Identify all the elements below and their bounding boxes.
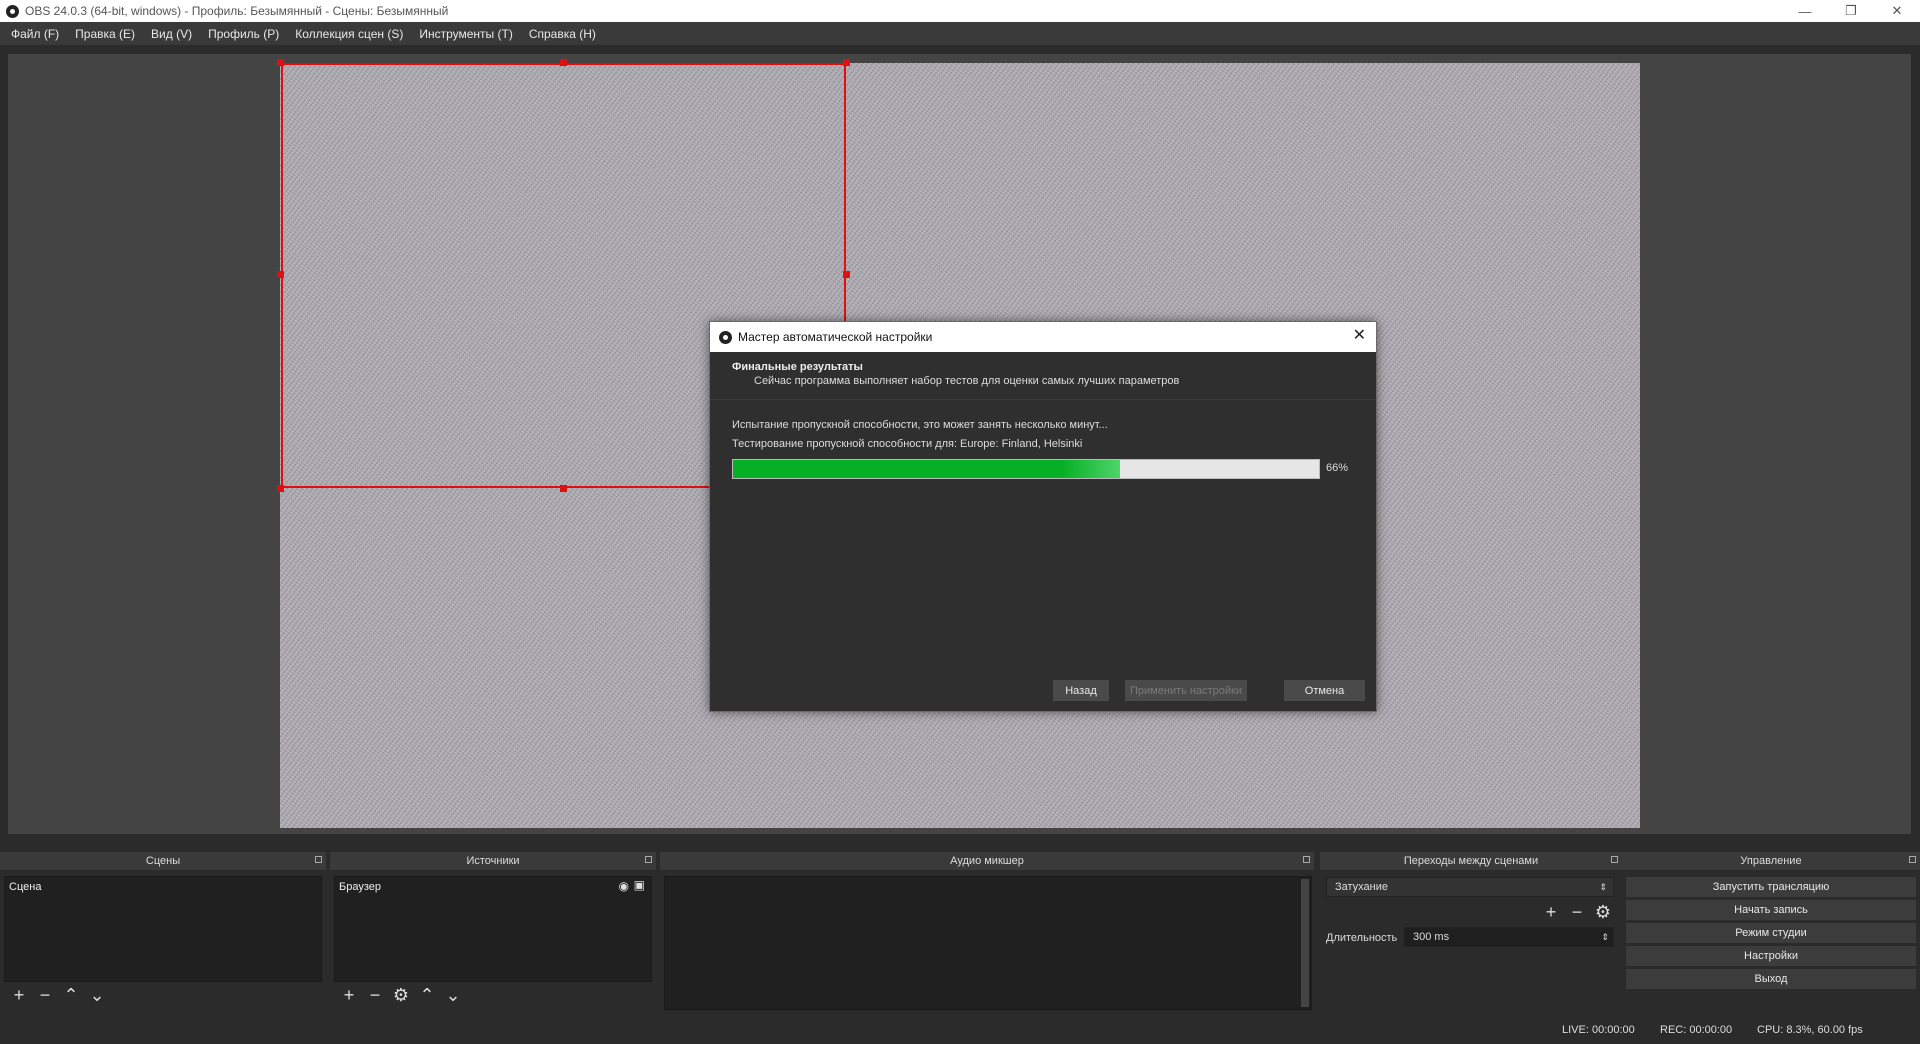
duration-label: Длительность [1326, 932, 1398, 944]
mixer-title-label: Аудио микшер [950, 855, 1024, 867]
rec-timer: REC: 00:00:00 [1660, 1024, 1733, 1036]
sources-dock: Источники Браузер ◉ ▣ + − ⚙ ⌃ ⌄ [330, 852, 656, 1012]
undock-icon[interactable] [1303, 856, 1310, 863]
scenes-dock-title: Сцены [0, 852, 326, 870]
resize-handle[interactable] [843, 271, 850, 278]
start-streaming-button[interactable]: Запустить трансляцию [1626, 877, 1916, 897]
move-up-icon[interactable]: ⌃ [58, 986, 84, 1004]
close-icon[interactable]: ✕ [1353, 328, 1366, 344]
move-up-icon[interactable]: ⌃ [414, 986, 440, 1004]
cancel-button[interactable]: Отмена [1284, 680, 1365, 701]
studio-mode-button[interactable]: Режим студии [1626, 923, 1916, 943]
close-icon[interactable]: ✕ [1874, 0, 1920, 22]
add-icon[interactable]: + [1538, 903, 1564, 921]
test-status-text: Испытание пропускной способности, это мо… [732, 419, 1108, 431]
transitions-dock-title: Переходы между сценами [1320, 852, 1622, 870]
list-item[interactable]: Браузер [339, 881, 381, 893]
live-timer: LIVE: 00:00:00 [1562, 1024, 1635, 1036]
obs-logo-icon [719, 330, 732, 344]
undock-icon[interactable] [1611, 856, 1618, 863]
progress-percent: 66% [1326, 462, 1349, 474]
gear-icon[interactable]: ⚙ [388, 986, 414, 1004]
exit-button[interactable]: Выход [1626, 969, 1916, 989]
undock-icon[interactable] [1909, 856, 1916, 863]
remove-icon[interactable]: − [32, 986, 58, 1004]
apply-settings-button[interactable]: Применить настройки [1125, 680, 1247, 701]
sources-title-label: Источники [466, 855, 520, 867]
move-down-icon[interactable]: ⌄ [440, 986, 466, 1004]
move-down-icon[interactable]: ⌄ [84, 986, 110, 1004]
menu-edit[interactable]: Правка (E) [67, 27, 143, 41]
duration-value: 300 ms [1413, 931, 1450, 943]
resize-handle[interactable] [843, 59, 850, 66]
settings-button[interactable]: Настройки [1626, 946, 1916, 966]
duration-input[interactable]: 300 ms ⇕ [1404, 927, 1614, 947]
back-button[interactable]: Назад [1053, 680, 1109, 701]
scenes-list[interactable]: Сцена [4, 876, 322, 982]
lock-icon[interactable]: ▣ [634, 878, 645, 892]
minimize-icon[interactable]: — [1782, 0, 1828, 22]
scenes-toolbar: + − ⌃ ⌄ [6, 986, 110, 1004]
cpu-fps-readout: CPU: 8.3%, 60.00 fps [1757, 1024, 1863, 1036]
status-bar: LIVE: 00:00:00 REC: 00:00:00 CPU: 8.3%, … [0, 1020, 1920, 1044]
gear-icon[interactable]: ⚙ [1590, 903, 1616, 921]
sources-dock-title: Источники [330, 852, 656, 870]
undock-icon[interactable] [315, 856, 322, 863]
sources-toolbar: + − ⚙ ⌃ ⌄ [336, 986, 466, 1004]
mixer-dock-title: Аудио микшер [660, 852, 1314, 870]
dialog-title: Мастер автоматической настройки [738, 330, 933, 344]
select-arrows-icon: ⇕ [1599, 881, 1607, 892]
controls-dock-title: Управление [1622, 852, 1920, 870]
window-titlebar: OBS 24.0.3 (64-bit, windows) - Профиль: … [0, 0, 1920, 22]
add-icon[interactable]: + [336, 986, 362, 1004]
progress-bar [732, 459, 1320, 479]
menu-view[interactable]: Вид (V) [143, 27, 200, 41]
menu-profile[interactable]: Профиль (P) [200, 27, 287, 41]
menu-file[interactable]: Файл (F) [3, 27, 67, 41]
start-recording-button[interactable]: Начать запись [1626, 900, 1916, 920]
progress-fill [733, 460, 1120, 478]
audio-mixer-dock: Аудио микшер [660, 852, 1314, 1012]
menu-tools[interactable]: Инструменты (T) [411, 27, 520, 41]
test-server-text: Тестирование пропускной способности для:… [732, 438, 1083, 450]
remove-icon[interactable]: − [362, 986, 388, 1004]
dialog-divider [710, 399, 1376, 400]
list-item[interactable]: Сцена [9, 881, 41, 893]
auto-config-dialog: Мастер автоматической настройки ✕ Финаль… [709, 321, 1377, 712]
transition-selected-value: Затухание [1335, 881, 1389, 893]
scenes-dock: Сцены Сцена + − ⌃ ⌄ [0, 852, 326, 1012]
scenes-title-label: Сцены [145, 855, 181, 867]
mixer-scrollbar[interactable] [1301, 879, 1309, 1007]
remove-icon[interactable]: − [1564, 903, 1590, 921]
transitions-dock: Переходы между сценами Затухание ⇕ + − ⚙… [1320, 852, 1622, 1012]
spin-arrows-icon[interactable]: ⇕ [1601, 932, 1609, 943]
dialog-heading: Финальные результаты [732, 361, 863, 373]
add-icon[interactable]: + [6, 986, 32, 1004]
resize-handle[interactable] [560, 485, 567, 492]
resize-handle[interactable] [277, 271, 284, 278]
obs-logo-icon [6, 4, 19, 18]
resize-handle[interactable] [277, 59, 284, 66]
resize-handle[interactable] [277, 485, 284, 492]
dialog-subheading: Сейчас программа выполняет набор тестов … [754, 375, 1180, 387]
controls-title-label: Управление [1740, 855, 1802, 867]
transitions-title-label: Переходы между сценами [1403, 855, 1539, 867]
dialog-titlebar: Мастер автоматической настройки ✕ [710, 322, 1376, 352]
window-title: OBS 24.0.3 (64-bit, windows) - Профиль: … [25, 4, 449, 18]
transition-select[interactable]: Затухание ⇕ [1326, 877, 1614, 897]
dialog-header: Финальные результаты Сейчас программа вы… [732, 361, 1179, 387]
restore-icon[interactable]: ❐ [1828, 0, 1874, 22]
window-controls: — ❐ ✕ [1782, 0, 1920, 22]
transition-toolbar: + − ⚙ [1538, 903, 1616, 921]
visibility-eye-icon[interactable]: ◉ [619, 879, 629, 893]
sources-list[interactable]: Браузер ◉ ▣ [334, 876, 652, 982]
resize-handle[interactable] [560, 59, 567, 66]
menu-scene-collection[interactable]: Коллекция сцен (S) [287, 27, 411, 41]
menu-help[interactable]: Справка (H) [521, 27, 604, 41]
mixer-area[interactable] [664, 876, 1312, 1010]
undock-icon[interactable] [645, 856, 652, 863]
menu-bar: Файл (F) Правка (E) Вид (V) Профиль (P) … [0, 22, 1920, 45]
